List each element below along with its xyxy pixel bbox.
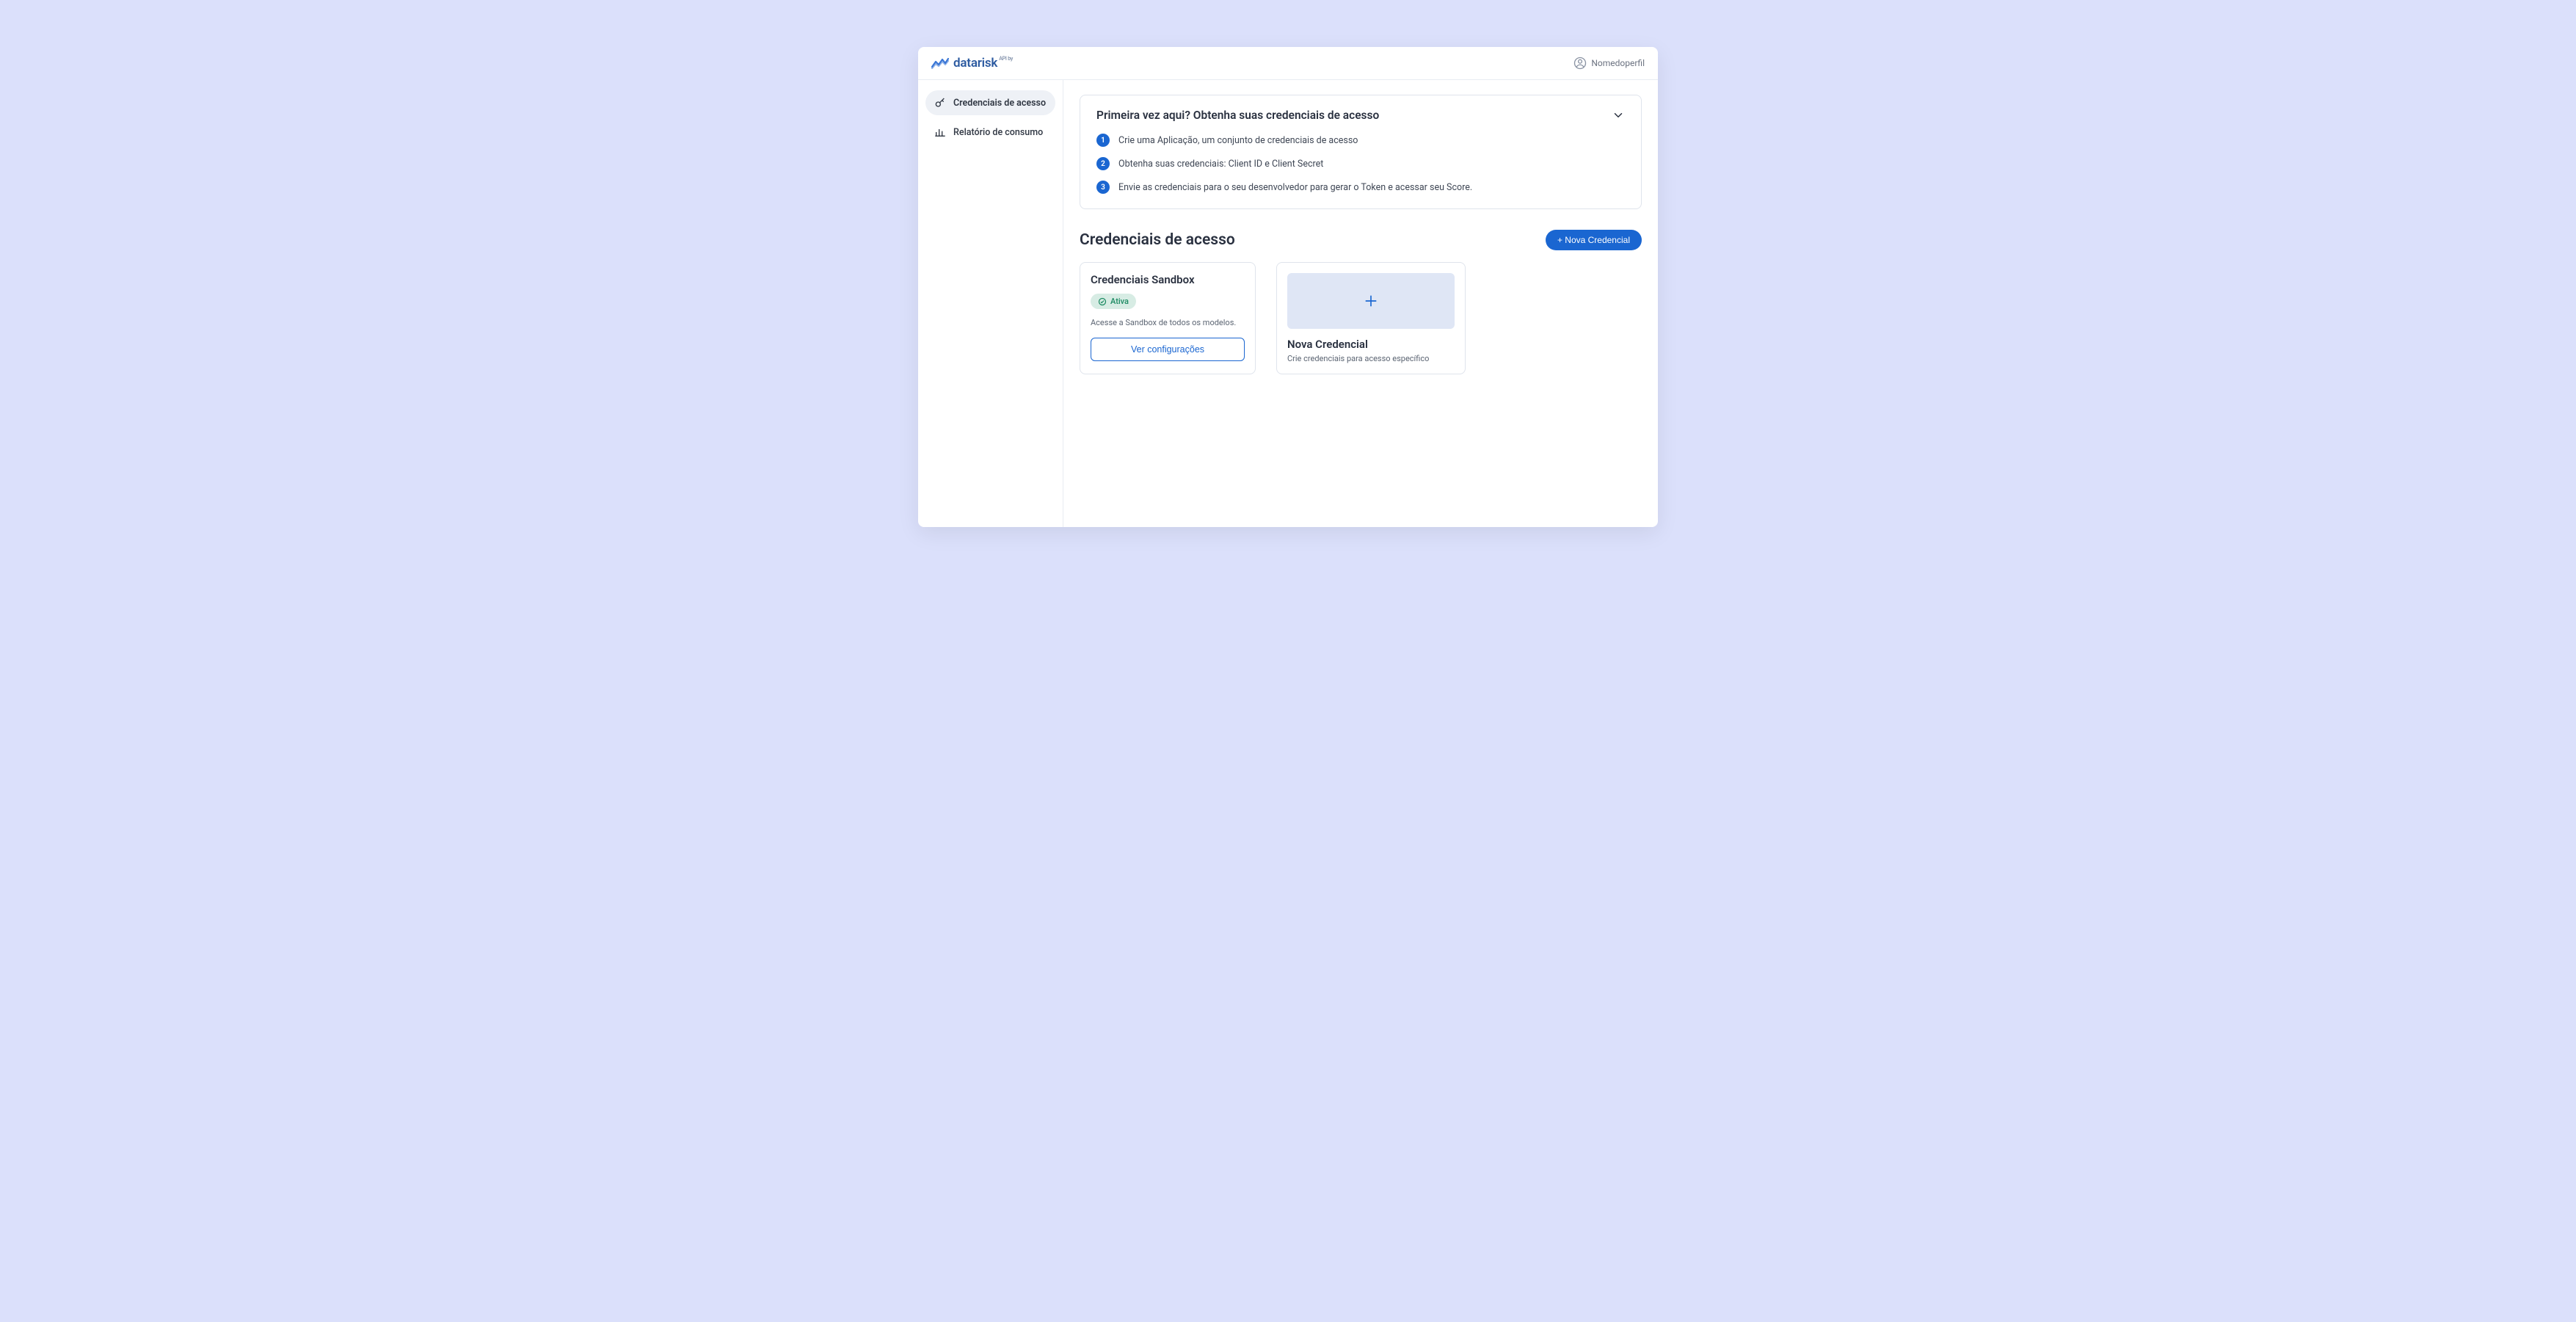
user-icon bbox=[1573, 57, 1587, 70]
sandbox-card-title: Credenciais Sandbox bbox=[1091, 273, 1245, 286]
checkmark-circle-icon bbox=[1098, 297, 1107, 306]
step-number: 3 bbox=[1096, 181, 1110, 194]
new-card-desc: Crie credenciais para acesso específico bbox=[1287, 354, 1455, 363]
intro-toggle[interactable]: Primeira vez aqui? Obtenha suas credenci… bbox=[1096, 109, 1625, 122]
intro-step: 3 Envie as credenciais para o seu desenv… bbox=[1096, 181, 1625, 194]
logo-icon bbox=[931, 57, 949, 69]
content-area: Credenciais de acesso Relatório de consu… bbox=[918, 79, 1658, 527]
intro-steps: 1 Crie uma Aplicação, um conjunto de cre… bbox=[1096, 134, 1625, 194]
brand-tag: API by bbox=[999, 56, 1013, 62]
intro-title: Primeira vez aqui? Obtenha suas credenci… bbox=[1096, 109, 1379, 122]
key-icon bbox=[934, 97, 946, 109]
sidebar-item-credentials[interactable]: Credenciais de acesso bbox=[925, 90, 1055, 115]
sidebar-item-label: Credenciais de acesso bbox=[953, 98, 1046, 109]
step-number: 1 bbox=[1096, 134, 1110, 147]
intro-card: Primeira vez aqui? Obtenha suas credenci… bbox=[1080, 95, 1642, 209]
chevron-down-icon bbox=[1612, 109, 1625, 122]
new-card-title: Nova Credencial bbox=[1287, 338, 1455, 351]
section-title: Credenciais de acesso bbox=[1080, 231, 1235, 249]
new-credential-button[interactable]: + Nova Credencial bbox=[1546, 230, 1642, 250]
sandbox-card: Credenciais Sandbox Ativa Acesse a Sandb… bbox=[1080, 262, 1256, 374]
status-label: Ativa bbox=[1110, 297, 1129, 306]
intro-step: 1 Crie uma Aplicação, um conjunto de cre… bbox=[1096, 134, 1625, 147]
brand-name: datarisk bbox=[953, 56, 997, 70]
bar-chart-icon bbox=[934, 126, 946, 138]
main-content: Primeira vez aqui? Obtenha suas credenci… bbox=[1063, 80, 1658, 527]
sidebar-item-label: Relatório de consumo bbox=[953, 127, 1043, 138]
new-credential-card[interactable]: Nova Credencial Crie credenciais para ac… bbox=[1276, 262, 1466, 374]
app-window: datariskAPI by Nomedoperfil Credenciais … bbox=[918, 47, 1658, 527]
sidebar-item-report[interactable]: Relatório de consumo bbox=[925, 120, 1055, 145]
profile-menu[interactable]: Nomedoperfil bbox=[1573, 57, 1645, 70]
step-text: Crie uma Aplicação, um conjunto de crede… bbox=[1118, 135, 1358, 146]
top-bar: datariskAPI by Nomedoperfil bbox=[918, 47, 1658, 79]
status-badge: Ativa bbox=[1091, 294, 1136, 309]
view-config-button[interactable]: Ver configurações bbox=[1091, 338, 1245, 361]
section-header: Credenciais de acesso + Nova Credencial bbox=[1080, 230, 1642, 250]
sidebar: Credenciais de acesso Relatório de consu… bbox=[918, 80, 1063, 527]
step-text: Obtenha suas credenciais: Client ID e Cl… bbox=[1118, 159, 1323, 170]
sandbox-card-desc: Acesse a Sandbox de todos os modelos. bbox=[1091, 318, 1245, 327]
profile-label: Nomedoperfil bbox=[1591, 58, 1645, 68]
step-text: Envie as credenciais para o seu desenvol… bbox=[1118, 182, 1472, 193]
brand-logo[interactable]: datariskAPI by bbox=[931, 56, 1013, 70]
plus-icon bbox=[1364, 294, 1378, 308]
credential-cards: Credenciais Sandbox Ativa Acesse a Sandb… bbox=[1080, 262, 1642, 374]
step-number: 2 bbox=[1096, 157, 1110, 170]
intro-step: 2 Obtenha suas credenciais: Client ID e … bbox=[1096, 157, 1625, 170]
new-card-placeholder bbox=[1287, 273, 1455, 329]
